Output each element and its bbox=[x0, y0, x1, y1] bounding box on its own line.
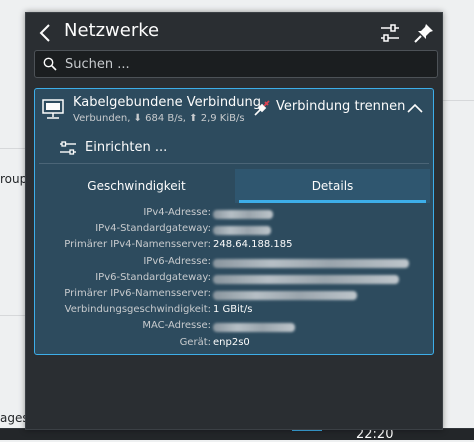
detail-row: Primärer IPv4-Namensserver: 248.64.188.18… bbox=[35, 239, 433, 255]
detail-row: Verbindungsgeschwindigkeit: 1 GBit/s bbox=[35, 304, 433, 320]
detail-value[interactable]: 1 GBit/s bbox=[213, 304, 252, 315]
connection-card[interactable]: Kabelgebundene Verbindung Verbunden, ⬇ 6… bbox=[34, 88, 434, 355]
active-tab-indicator bbox=[239, 200, 426, 203]
tab-details[interactable]: Details bbox=[235, 169, 430, 203]
redacted-value bbox=[213, 274, 399, 284]
tab-details-label: Details bbox=[311, 179, 354, 193]
disconnect-button[interactable]: Verbindung trennen bbox=[253, 97, 405, 119]
redacted-value bbox=[213, 323, 295, 333]
redacted-value bbox=[213, 226, 271, 236]
detail-key: Verbindungsgeschwindigkeit: bbox=[64, 304, 211, 316]
wired-network-icon bbox=[42, 99, 64, 119]
detail-value[interactable]: enp2s0 bbox=[213, 337, 250, 348]
detail-row: Gerät: enp2s0 bbox=[35, 337, 433, 353]
detail-key: MAC-Adresse: bbox=[142, 320, 211, 332]
detail-row: MAC-Adresse: bbox=[35, 320, 433, 336]
tab-bar: Geschwindigkeit Details bbox=[39, 169, 430, 203]
setup-button[interactable]: Einrichten ... bbox=[59, 137, 189, 159]
back-button[interactable] bbox=[36, 21, 56, 45]
sliders-icon bbox=[381, 24, 399, 42]
detail-row: Primärer IPv6-Namensserver: bbox=[35, 288, 433, 304]
detail-row: IPv4-Standardgateway: bbox=[35, 223, 433, 239]
detail-row: IPv6-Adresse: bbox=[35, 256, 433, 272]
background-divider bbox=[0, 315, 25, 316]
page-title: Netzwerke bbox=[64, 20, 160, 41]
detail-row: IPv6-Standardgateway: bbox=[35, 272, 433, 288]
detail-row: IPv4-Adresse: bbox=[35, 207, 433, 223]
detail-key: IPv4-Standardgateway: bbox=[95, 223, 211, 235]
tab-speed[interactable]: Geschwindigkeit bbox=[39, 169, 234, 203]
background-divider bbox=[441, 100, 474, 101]
redacted-value bbox=[213, 291, 357, 300]
disconnect-label: Verbindung trennen bbox=[276, 99, 406, 114]
detail-key: Primärer IPv6-Namensserver: bbox=[64, 288, 211, 299]
search-field[interactable] bbox=[34, 50, 438, 78]
pin-icon bbox=[414, 24, 433, 43]
chevron-up-icon bbox=[407, 103, 423, 113]
pin-button[interactable] bbox=[412, 21, 436, 45]
detail-value[interactable]: 248.64.188.185 bbox=[213, 239, 293, 250]
disconnect-plug-icon bbox=[254, 100, 270, 116]
networks-popup: Netzwerke Kab bbox=[25, 12, 443, 430]
redacted-value bbox=[213, 210, 273, 219]
search-input[interactable] bbox=[63, 53, 427, 75]
chevron-left-icon bbox=[39, 24, 50, 42]
detail-key: IPv6-Standardgateway: bbox=[95, 271, 211, 283]
detail-key: Gerät: bbox=[179, 336, 211, 348]
divider bbox=[39, 163, 429, 164]
configure-button[interactable] bbox=[378, 21, 402, 45]
popup-header: Netzwerke bbox=[26, 13, 442, 53]
connection-name: Kabelgebundene Verbindung bbox=[73, 95, 262, 110]
detail-key: IPv6-Adresse: bbox=[143, 255, 211, 267]
background-divider bbox=[0, 148, 25, 149]
setup-label: Einrichten ... bbox=[85, 140, 168, 155]
detail-key: IPv4-Adresse: bbox=[143, 207, 211, 218]
search-icon bbox=[43, 57, 57, 71]
sliders-icon bbox=[60, 141, 76, 155]
collapse-button[interactable] bbox=[405, 99, 425, 117]
detail-key: Primärer IPv4-Namensserver: bbox=[64, 239, 211, 251]
connection-status: Verbunden, ⬇ 684 B/s, ⬆ 2,9 KiB/s bbox=[73, 113, 245, 124]
redacted-value bbox=[213, 258, 409, 268]
background-text-fragment: roup bbox=[0, 172, 28, 186]
